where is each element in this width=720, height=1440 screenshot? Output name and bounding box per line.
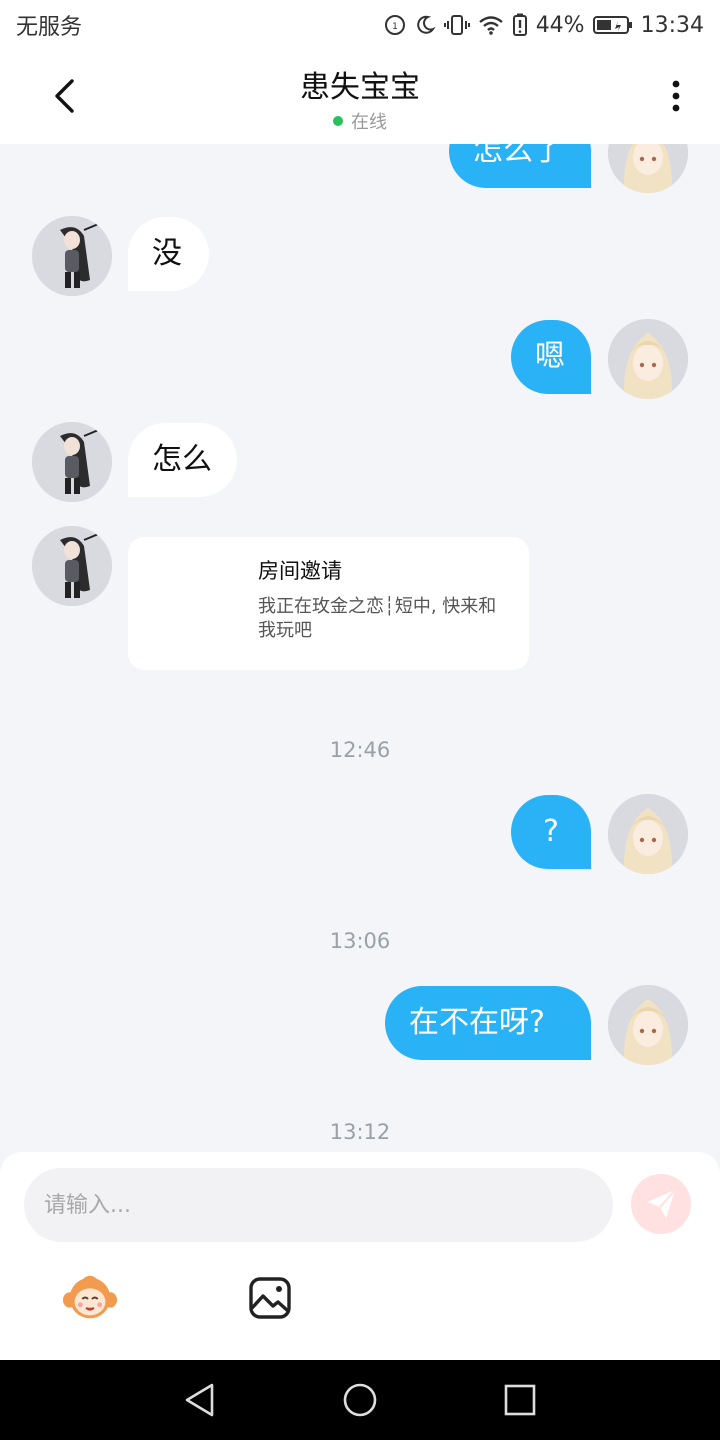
system-nav-bar [0,1360,720,1440]
message-bubble-sent[interactable]: 怎么了 [449,144,591,188]
vibrate-icon [443,14,470,36]
message-input[interactable] [24,1168,613,1242]
message-bubble-sent[interactable]: 在不在呀? [385,986,591,1060]
my-avatar[interactable] [608,144,688,193]
contact-avatar[interactable] [32,526,112,606]
message-bubble-received[interactable]: 怎么 [128,423,237,497]
invite-text: 我正在玫金之恋┆短中, 快来和我玩吧 [258,596,497,641]
moon-icon [414,14,436,36]
contact-avatar[interactable] [32,216,112,296]
contact-avatar[interactable] [32,422,112,502]
more-vertical-icon [672,80,680,112]
message-bubble-received[interactable]: 没 [128,217,209,291]
image-icon [249,1277,291,1319]
send-button[interactable] [631,1174,691,1234]
room-invite-card[interactable]: 房间邀请 我正在玫金之恋┆短中, 快来和我玩吧 [128,537,529,670]
carrier-text: 无服务 [16,15,83,40]
monkey-emoji-icon [62,1275,118,1319]
more-options-button[interactable] [658,72,694,120]
wifi-icon [478,14,504,36]
nav-back-button[interactable] [180,1380,220,1420]
battery-percent: 44% [535,12,585,38]
status-bar: 无服务 1 44% 13:34 [0,0,720,50]
message-timestamp: 13:06 [329,929,391,953]
online-status: 在线 [333,108,387,134]
message-composer [0,1152,720,1360]
my-avatar[interactable] [608,794,688,874]
circle-home-icon [343,1383,377,1417]
chat-header: 患失宝宝 在线 [0,50,720,144]
triangle-back-icon [185,1383,214,1417]
message-bubble-sent[interactable]: ? [511,795,591,869]
page-title: 患失宝宝 [300,70,420,105]
message-list[interactable]: 怎么了 没 嗯 怎么 房间邀请 我正在玫金之恋┆短中, 快来和我玩吧 12:46… [0,144,720,1152]
my-avatar[interactable] [608,985,688,1065]
my-avatar[interactable] [608,319,688,399]
battery-icon [592,14,633,36]
status-icons: 1 44% 13:34 [384,13,704,38]
svg-text:1: 1 [392,22,398,32]
invite-title: 房间邀请 [258,559,342,583]
online-status-text: 在线 [351,112,387,133]
online-dot [333,116,343,126]
nav-recents-button[interactable] [500,1380,540,1420]
battery-alert-icon [512,13,528,37]
emoji-button[interactable] [62,1270,118,1326]
clock-time: 13:34 [640,12,704,38]
data-saver-icon: 1 [384,14,406,36]
nav-home-button[interactable] [340,1380,380,1420]
paper-plane-icon [647,1189,676,1218]
message-timestamp: 12:46 [329,738,391,762]
square-recents-icon [504,1384,536,1416]
message-bubble-sent[interactable]: 嗯 [511,320,591,394]
image-picker-button[interactable] [242,1270,298,1326]
message-timestamp: 13:12 [329,1120,391,1144]
title-block: 患失宝宝 在线 [0,62,720,134]
